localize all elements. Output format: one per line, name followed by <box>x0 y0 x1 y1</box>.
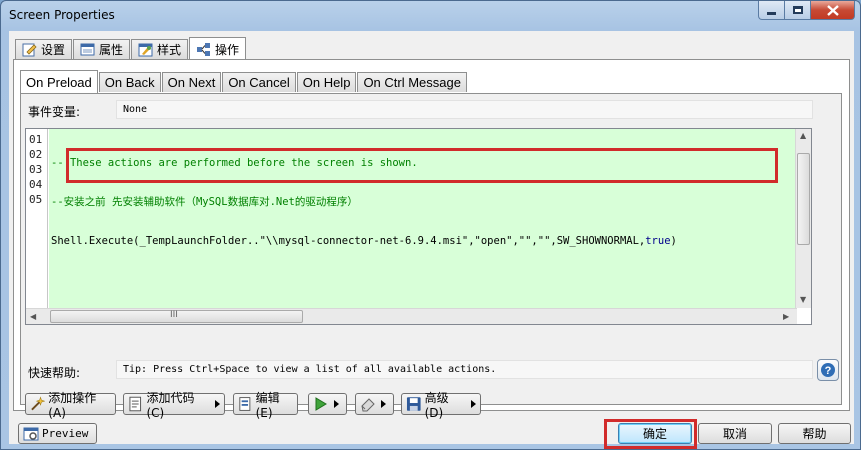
run-button[interactable] <box>308 393 347 415</box>
actions-icon <box>197 42 211 56</box>
tools-button[interactable] <box>355 393 394 415</box>
tab-properties-label: 属性 <box>99 43 124 57</box>
scroll-left-icon[interactable]: ◀ <box>30 312 36 321</box>
quick-help-field: Tip: Press Ctrl+Space to view a list of … <box>116 360 813 379</box>
add-code-button[interactable]: 添加代码(C) <box>123 391 225 420</box>
dropdown-arrow-icon <box>215 400 220 408</box>
preview-button[interactable]: Preview <box>18 423 97 444</box>
code-line: Shell.Execute(_TempLaunchFolder.."\\mysq… <box>51 234 804 249</box>
line-number: 04 <box>29 178 43 191</box>
code-line-close: ) <box>670 235 677 247</box>
main-tabs: 设置 属性 样式 操作 <box>15 37 247 60</box>
scroll-down-icon[interactable]: ▼ <box>800 295 806 304</box>
vertical-scroll-thumb[interactable] <box>797 153 810 245</box>
style-icon <box>138 43 153 57</box>
event-tabs: On Preload On Back On Next On Cancel On … <box>20 70 468 93</box>
tab-properties[interactable]: 属性 <box>73 39 131 59</box>
tab-on-back[interactable]: On Back <box>98 72 161 92</box>
svg-text:?: ? <box>825 365 832 377</box>
actions-panel: On Preload On Back On Next On Cancel On … <box>13 59 850 420</box>
line-number-gutter: 01 02 03 04 05 <box>26 129 48 308</box>
wand-icon <box>31 396 46 411</box>
add-action-label: 添加操作(A) <box>48 390 97 420</box>
advanced-button[interactable]: 高级(D) <box>401 391 481 420</box>
add-action-button[interactable]: 添加操作(A) <box>25 391 116 420</box>
line-number: 05 <box>29 193 43 206</box>
caption-buttons <box>758 1 855 21</box>
tab-settings-label: 设置 <box>41 43 66 57</box>
close-icon <box>826 4 839 16</box>
eraser-icon <box>361 398 375 412</box>
floppy-icon <box>406 397 421 411</box>
run-icon <box>315 397 327 411</box>
dropdown-arrow-icon <box>471 400 476 408</box>
minimize-icon <box>767 11 776 15</box>
close-button[interactable] <box>811 1 855 20</box>
tab-on-help[interactable]: On Help <box>296 72 357 92</box>
advanced-label: 高级(D) <box>424 390 449 420</box>
tab-on-cancel[interactable]: On Cancel <box>222 72 296 92</box>
add-code-label: 添加代码(C) <box>146 390 195 420</box>
help-icon: ? <box>821 363 835 377</box>
code-line-text: Shell.Execute(_TempLaunchFolder.."\\mysq… <box>51 235 646 247</box>
tab-style-label: 样式 <box>157 43 182 57</box>
line-number: 02 <box>29 148 43 161</box>
preview-label: Preview <box>42 427 89 440</box>
event-variable-field: None <box>116 100 813 119</box>
help-button[interactable]: 帮助 <box>778 423 851 444</box>
edit-label: 编辑(E) <box>255 390 280 420</box>
horizontal-scroll-thumb[interactable]: III <box>50 310 303 323</box>
dropdown-arrow-icon <box>381 400 386 408</box>
scroll-grip: III <box>170 310 178 320</box>
event-panel: 事件变量: None 01 02 03 04 05 -- These actio… <box>20 93 842 420</box>
vertical-scrollbar[interactable]: ▲ ▼ <box>795 129 811 308</box>
minimize-button[interactable] <box>758 1 785 20</box>
event-variable-label: 事件变量: <box>28 105 81 119</box>
maximize-icon <box>792 6 803 14</box>
scroll-up-icon[interactable]: ▲ <box>800 131 806 140</box>
scroll-right-icon[interactable]: ▶ <box>783 312 789 321</box>
code-highlight-box <box>66 148 778 183</box>
preview-icon <box>23 427 39 440</box>
tab-on-ctrl-message[interactable]: On Ctrl Message <box>357 72 467 92</box>
dialog-client: 设置 属性 样式 操作 On Preload On Back On Next O… <box>9 31 854 444</box>
line-number: 01 <box>29 133 43 146</box>
tab-style[interactable]: 样式 <box>131 39 189 59</box>
tab-settings[interactable]: 设置 <box>15 39 73 59</box>
screen-properties-window: Screen Properties 设置 属性 样式 操作 On Preload… <box>0 0 861 450</box>
code-keyword: true <box>645 235 671 247</box>
title-bar[interactable]: Screen Properties <box>1 1 860 31</box>
edit-button[interactable]: 编辑(E) <box>233 391 298 420</box>
quick-help-label: 快速帮助: <box>28 366 81 380</box>
tab-on-next[interactable]: On Next <box>161 72 222 92</box>
cancel-button[interactable]: 取消 <box>698 423 772 444</box>
code-line: --安装之前 先安装辅助软件（MySQL数据库对.Net的驱动程序） <box>51 196 358 208</box>
code-icon <box>129 396 142 412</box>
tab-on-preload[interactable]: On Preload <box>20 70 98 93</box>
window-title: Screen Properties <box>9 8 115 22</box>
maximize-button[interactable] <box>785 1 811 20</box>
ok-highlight-box <box>604 419 697 449</box>
edit-page-icon <box>239 397 251 411</box>
dropdown-arrow-icon <box>334 400 339 408</box>
window-icon <box>80 43 95 56</box>
quick-help-button[interactable]: ? <box>817 359 839 381</box>
horizontal-scrollbar[interactable]: ◀ III ▶ <box>26 308 797 324</box>
line-number: 03 <box>29 163 43 176</box>
tab-actions-label: 操作 <box>215 42 240 57</box>
edit-icon <box>22 43 37 57</box>
tab-actions[interactable]: 操作 <box>189 37 247 60</box>
